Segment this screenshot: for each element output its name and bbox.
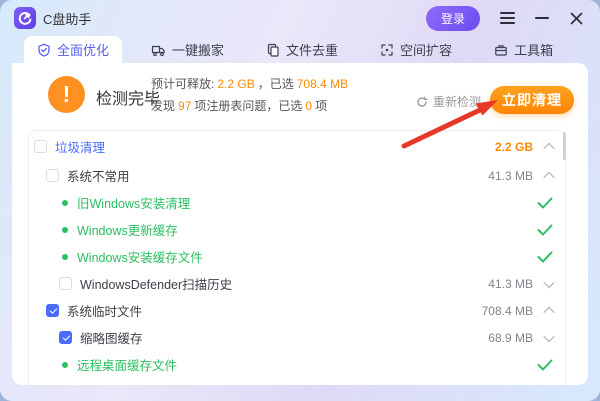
registry-issue-count: 97 [178,99,191,113]
list-item[interactable]: Windows安装缓存文件 [29,243,565,270]
list-item[interactable]: WindowsDefender扫描历史 41.3 MB [29,270,565,297]
bullet-dot-icon [62,254,68,260]
bullet-dot-icon [62,362,68,368]
login-button[interactable]: 登录 [426,6,480,31]
checkbox-checked[interactable] [46,304,59,317]
list-item[interactable]: 系统不常用 41.3 MB [29,162,565,189]
tab-label: 文件去重 [286,40,338,59]
main-panel: ! 检测完毕 预计可释放:2.2 GB，已选708.4 MB 发现97项注册表问… [12,63,588,385]
list-item[interactable]: Windows更新缓存 [29,216,565,243]
item-label: WindowsDefender扫描历史 [80,274,232,293]
menu-icon[interactable] [500,12,515,24]
tab-toolbox[interactable]: 工具箱 [481,36,566,63]
bullet-dot-icon [62,227,68,233]
checkbox-checked[interactable] [59,331,72,344]
app-logo-icon [14,7,36,29]
check-icon [537,224,553,236]
releasable-size: 2.2 GB [217,77,254,91]
refresh-icon [416,96,428,108]
checkbox[interactable] [46,169,59,182]
toolbox-icon [494,43,508,57]
chevron-up-icon[interactable] [543,171,554,182]
duplicate-files-icon [266,43,280,57]
tab-label: 空间扩容 [400,40,452,59]
item-label: 远程桌面缓存文件 [77,355,177,374]
minimize-icon[interactable] [535,17,549,19]
checkbox[interactable] [59,277,72,290]
scan-summary: 预计可释放:2.2 GB，已选708.4 MB 发现97项注册表问题，已选0项 [151,73,351,117]
list-item[interactable]: 缩略图缓存 68.9 MB [29,324,565,351]
cleanup-list: 垃圾清理 2.2 GB 系统不常用 41.3 MB 旧Windows安装清理 W… [28,130,566,385]
list-item[interactable]: 系统临时文件 708.4 MB [29,297,565,324]
item-size: 2.2 GB [495,140,533,154]
expand-icon [380,43,394,57]
chevron-up-icon[interactable] [543,306,554,317]
rescan-label: 重新检测 [433,93,481,110]
item-label: 缩略图缓存 [80,328,143,347]
tab-space-expand[interactable]: 空间扩容 [367,36,465,63]
item-label: 系统不常用 [67,166,130,185]
summary-line-1: 预计可释放:2.2 GB，已选708.4 MB [151,73,351,95]
check-icon [537,251,553,263]
item-label: Windows更新缓存 [77,220,178,239]
scrollbar-thumb[interactable] [563,132,566,160]
title-bar: C盘助手 登录 [0,0,600,36]
chevron-up-icon[interactable] [543,142,554,153]
check-icon [537,359,553,371]
rescan-button[interactable]: 重新检测 [416,93,481,110]
app-title: C盘助手 [43,9,91,28]
chevron-down-icon[interactable] [543,276,554,287]
app-window: C盘助手 登录 全面优化 一键搬家 [0,0,600,401]
item-label: 垃圾清理 [55,137,105,156]
summary-line-2: 发现97项注册表问题，已选0项 [151,95,351,117]
item-label: 旧Windows安装清理 [77,193,190,212]
selected-size: 708.4 MB [297,77,348,91]
chevron-down-icon[interactable] [543,330,554,341]
check-icon [537,197,553,209]
list-item[interactable]: 垃圾清理 2.2 GB [29,131,565,162]
close-icon[interactable] [569,11,584,26]
bullet-dot-icon [62,200,68,206]
item-size: 68.9 MB [488,331,533,345]
registry-selected-count: 0 [305,99,312,113]
checkbox[interactable] [34,140,47,153]
optimize-icon [37,43,51,57]
item-size: 41.3 MB [488,277,533,291]
tab-full-optimize[interactable]: 全面优化 [24,36,122,63]
tab-file-dedupe[interactable]: 文件去重 [253,36,351,63]
tab-label: 全面优化 [57,40,109,59]
tab-label: 一键搬家 [172,40,224,59]
truck-icon [151,43,166,57]
warning-icon: ! [48,76,85,113]
clean-now-button[interactable]: 立即清理 [490,86,574,114]
item-label: Windows安装缓存文件 [77,247,203,266]
item-label: 系统临时文件 [67,301,142,320]
list-item[interactable]: 远程桌面缓存文件 [29,351,565,378]
item-size: 708.4 MB [482,304,533,318]
list-item[interactable]: 旧Windows安装清理 [29,189,565,216]
item-size: 41.3 MB [488,169,533,183]
tab-one-key-move[interactable]: 一键搬家 [138,36,237,63]
tab-label: 工具箱 [514,40,553,59]
tab-bar: 全面优化 一键搬家 文件去重 空间扩容 [0,36,600,63]
